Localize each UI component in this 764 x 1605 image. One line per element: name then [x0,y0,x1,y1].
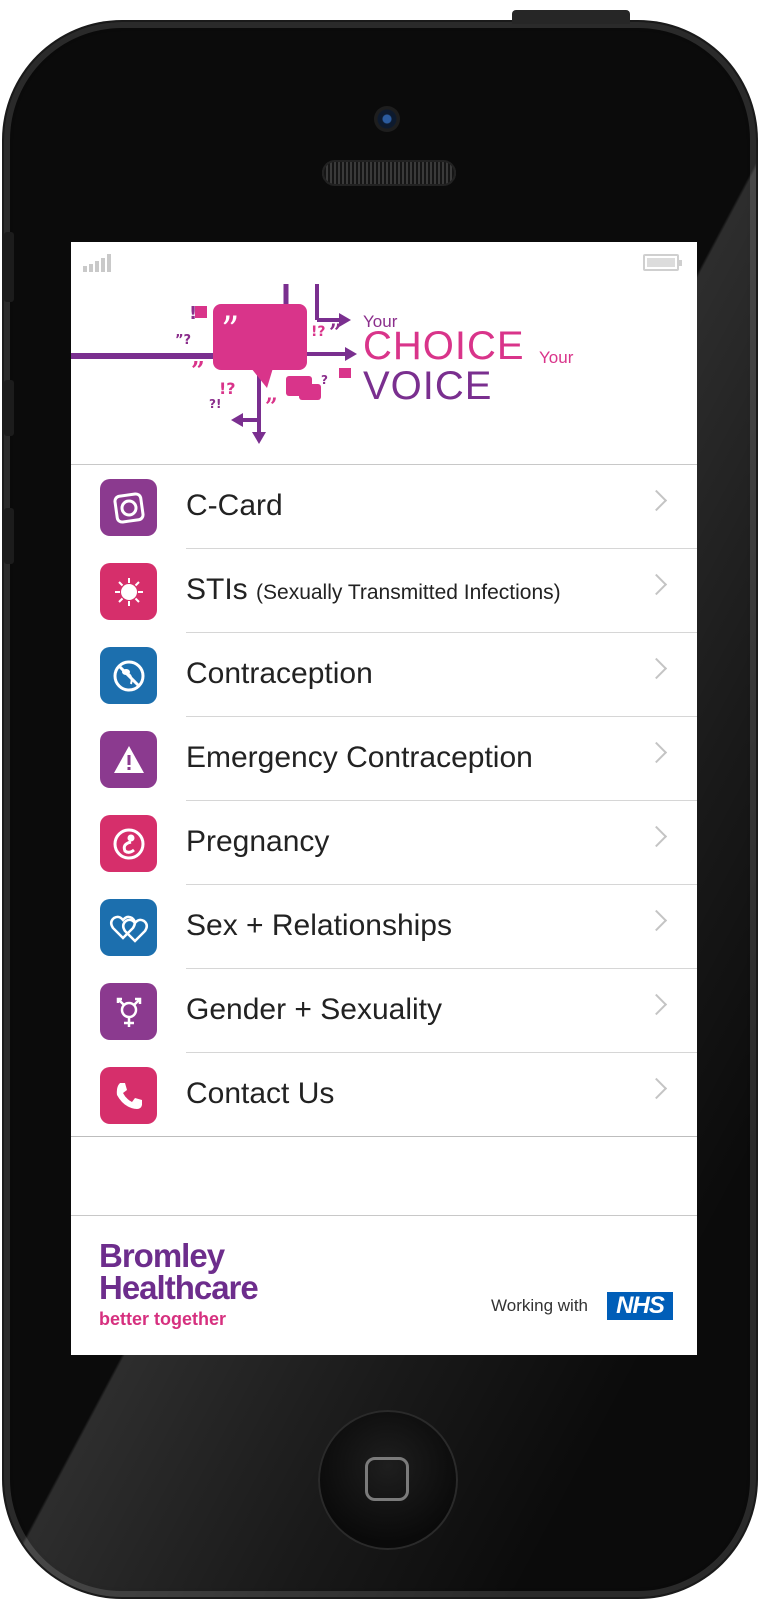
svg-text:!?: !? [311,324,326,340]
working-with-label: Working with [491,1296,588,1315]
menu-item-label: Pregnancy [186,825,330,858]
volume-down-button[interactable] [4,508,14,564]
chevron-right-icon [645,825,668,848]
battery-icon [643,254,682,271]
app-screen: ” ! ”? ” !? ?! ” !? ” ? Your CHOICE Your… [71,242,697,1355]
menu-item-gender-sexuality[interactable]: Gender + Sexuality [71,969,697,1053]
phone-icon [100,1067,157,1124]
nhs-logo: NHS [607,1292,673,1320]
hearts-icon [100,899,157,956]
chevron-right-icon [645,573,668,596]
svg-text:”: ” [265,394,278,420]
earpiece-speaker [322,160,456,186]
menu-item-label: Sex + Relationships [186,909,452,942]
menu-item-label: Gender + Sexuality [186,993,442,1026]
svg-text:!: ! [189,303,197,324]
svg-text:”: ” [191,356,205,385]
chevron-right-icon [645,489,668,512]
menu-item-emergency-contraception[interactable]: Emergency Contraception [71,717,697,801]
menu-item-sublabel: (Sexually Transmitted Infections) [256,581,561,604]
logo-voice: VOICE [363,364,493,408]
app-footer: Bromley Healthcare better together Worki… [71,1215,697,1355]
menu-item-label: STIs (Sexually Transmitted Infections) [186,573,561,606]
main-menu: C-Card STIs (Sexually Transmitted Infect… [71,465,697,1137]
brand-name-line1: Bromley [99,1237,225,1274]
volume-up-button[interactable] [4,380,14,436]
menu-item-label: C-Card [186,489,283,522]
gender-symbol-icon [100,983,157,1040]
svg-text:?: ? [321,373,328,387]
brand-name-line2: Healthcare [99,1269,259,1306]
menu-item-contact-us[interactable]: Contact Us [71,1053,697,1137]
chevron-right-icon [645,657,668,680]
mute-switch[interactable] [4,232,14,302]
home-square-icon [365,1457,409,1501]
menu-item-label: Emergency Contraception [186,741,533,774]
menu-item-label: Contact Us [186,1077,335,1110]
no-sperm-icon [100,647,157,704]
status-bar [71,242,697,285]
svg-text:”: ” [329,320,342,346]
menu-item-c-card[interactable]: C-Card [71,465,697,549]
svg-text:?!: ?! [209,397,221,411]
condom-card-icon [100,479,157,536]
menu-item-contraception[interactable]: Contraception [71,633,697,717]
svg-text:”?: ”? [175,333,191,348]
menu-item-label: Contraception [186,657,373,690]
signal-strength-icon [83,254,111,272]
chevron-right-icon [645,741,668,764]
menu-item-pregnancy[interactable]: Pregnancy [71,801,697,885]
menu-item-stis[interactable]: STIs (Sexually Transmitted Infections) [71,549,697,633]
logo-choice: CHOICE [363,324,525,368]
sleep-button[interactable] [512,10,630,24]
brand-tagline: better together [99,1309,227,1329]
chevron-right-icon [645,909,668,932]
svg-text:!?: !? [219,379,236,398]
virus-icon [100,563,157,620]
svg-text:”: ” [221,310,239,351]
home-button[interactable] [318,1410,458,1550]
warning-icon [100,731,157,788]
chevron-right-icon [645,993,668,1016]
app-banner: ” ! ”? ” !? ?! ” !? ” ? Your CHOICE Your… [71,284,697,465]
logo-your-side: Your [539,348,574,367]
menu-item-sex-relationships[interactable]: Sex + Relationships [71,885,697,969]
baby-icon [100,815,157,872]
front-camera [374,106,400,132]
chevron-right-icon [645,1077,668,1100]
